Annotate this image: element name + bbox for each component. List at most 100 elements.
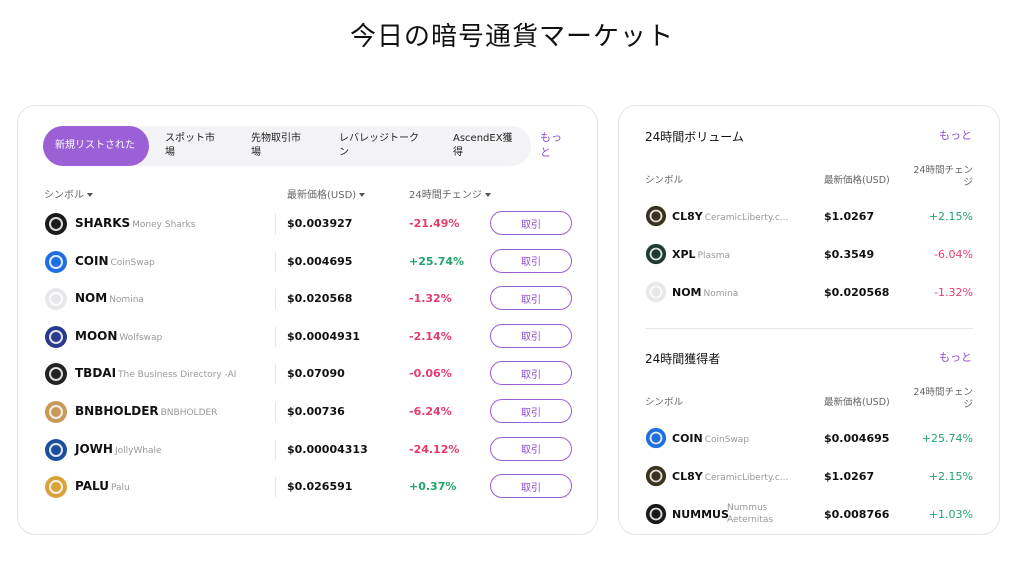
column-divider: [275, 439, 276, 460]
coin-price: $0.020568: [824, 286, 890, 299]
tabs-more-link[interactable]: もっと: [540, 130, 568, 160]
symbol-text: COIN: [75, 253, 109, 268]
coin-price: $0.0004931: [287, 329, 361, 343]
coin-price: $0.00736: [287, 405, 345, 418]
coin-symbol: PALU Palu: [75, 479, 130, 493]
coin-change: -1.32%: [934, 286, 973, 299]
coin-symbol: COIN CoinSwap: [672, 432, 749, 445]
volume-more-link[interactable]: もっと: [939, 127, 972, 143]
coin-change: -24.12%: [409, 442, 460, 456]
coin-price: $1.0267: [824, 210, 875, 223]
column-header-symbol[interactable]: シンボル: [44, 186, 93, 201]
nomina-logo-icon: [645, 281, 667, 303]
symbol-text: COIN: [672, 432, 703, 445]
tab-ascendex-earn[interactable]: AscendEX獲得: [441, 126, 527, 166]
coin-price: $0.026591: [287, 480, 353, 494]
list-item[interactable]: NOM Nomina $0.020568 -1.32%: [619, 276, 1001, 312]
list-item[interactable]: XPL Plasma $0.3549 -6.04%: [619, 238, 1001, 274]
volume-section-title: 24時間ボリューム: [645, 130, 744, 144]
table-row[interactable]: COIN CoinSwap $0.004695 +25.74% 取引: [18, 244, 599, 282]
coin-name: Money Sharks: [132, 220, 196, 230]
table-row[interactable]: SHARKS Money Sharks $0.003927 -21.49% 取引: [18, 206, 599, 244]
column-divider: [275, 402, 276, 422]
list-item[interactable]: COIN CoinSwap $0.004695 +25.74%: [619, 422, 1001, 458]
cl8y-logo-icon: [645, 205, 667, 227]
symbol-text: PALU: [75, 479, 109, 494]
tab-leveraged-tokens[interactable]: レバレッジトークン: [327, 126, 433, 166]
trade-button[interactable]: 取引: [490, 399, 572, 423]
gainers-column-price: 最新価格(USD): [824, 397, 890, 408]
trade-button[interactable]: 取引: [490, 474, 572, 499]
trade-button[interactable]: 取引: [490, 286, 572, 311]
bnbholder-logo-icon: [44, 400, 68, 424]
symbol-text: XPL: [672, 248, 696, 261]
page-title: 今日の暗号通貨マーケット: [349, 22, 674, 52]
symbol-text: CL8Y: [672, 210, 703, 223]
coin-symbol: JOWH JollyWhale: [75, 442, 162, 456]
list-item[interactable]: CL8Y CeramicLiberty.c... $1.0267 +2.15%: [619, 460, 1001, 496]
volume-column-price: 最新価格(USD): [824, 175, 890, 186]
coin-change: -1.32%: [409, 292, 452, 306]
symbol-text: JOWH: [75, 441, 113, 456]
column-label: 24時間チェンジ: [409, 190, 482, 201]
coinswap-logo-icon: [645, 427, 667, 449]
coin-name: CeramicLiberty.c...: [704, 473, 789, 483]
coin-name: CoinSwap: [704, 435, 750, 445]
tab-spot[interactable]: スポット市場: [153, 126, 231, 166]
sort-caret-icon: [87, 193, 93, 197]
nummus-logo-icon: [645, 503, 667, 525]
coin-name: Nummus Aeternitas: [727, 503, 774, 525]
table-row[interactable]: NOM Nomina $0.020568 -1.32% 取引: [18, 281, 599, 319]
sort-caret-icon: [484, 193, 491, 197]
coin-symbol: SHARKS Money Sharks: [75, 216, 195, 230]
coin-price: $0.004695: [287, 254, 353, 268]
coin-price: $0.07090: [287, 367, 345, 381]
symbol-text: TBDAI: [75, 366, 117, 381]
column-header-change[interactable]: 24時間チェンジ: [409, 186, 491, 201]
coin-name: Palu: [110, 483, 130, 494]
table-row[interactable]: JOWH JollyWhale $0.00004313 -24.12% 取引: [18, 432, 599, 470]
coin-symbol: MOON Wolfswap: [75, 329, 162, 343]
coin-symbol: CL8Y CeramicLiberty.c...: [672, 210, 788, 223]
trade-button[interactable]: 取引: [490, 436, 572, 461]
table-row[interactable]: BNBHOLDER BNBHOLDER $0.00736 -6.24% 取引: [18, 394, 599, 432]
tab-new-listings[interactable]: 新規リストされた: [43, 126, 149, 166]
plasma-logo-icon: [645, 243, 667, 265]
coinswap-logo-icon: [44, 250, 68, 274]
shark-logo-icon: [44, 212, 68, 236]
trade-button[interactable]: 取引: [490, 323, 572, 348]
trade-button[interactable]: 取引: [490, 211, 572, 235]
section-divider: [645, 328, 973, 329]
symbol-text: CL8Y: [672, 470, 703, 483]
trade-button[interactable]: 取引: [490, 248, 572, 273]
coin-symbol: XPL Plasma: [672, 248, 730, 261]
tbdai-logo-icon: [44, 362, 68, 386]
coin-price: $0.003927: [287, 217, 353, 230]
coin-price: $1.0267: [824, 470, 875, 483]
tab-label: AscendEX獲得: [453, 133, 513, 158]
nomina-logo-icon: [44, 287, 68, 311]
table-row[interactable]: TBDAI The Business Directory -AI $0.07090 -…: [18, 356, 599, 394]
gainers-more-link[interactable]: もっと: [939, 349, 972, 365]
symbol-text: MOON: [75, 328, 118, 343]
coin-name: Nomina: [109, 295, 144, 306]
column-header-price[interactable]: 最新価格(USD): [287, 186, 366, 201]
list-item[interactable]: NUMMUS Nummus Aeternitas $0.008766 +1.03%: [619, 498, 1001, 534]
coin-change: +2.15%: [928, 470, 973, 483]
gainers-column-symbol: シンボル: [645, 397, 684, 408]
table-row[interactable]: MOON Wolfswap $0.0004931 -2.14% 取引: [18, 319, 599, 357]
trade-button[interactable]: 取引: [490, 361, 572, 386]
coin-change: +25.74%: [921, 432, 973, 445]
column-divider: [275, 477, 276, 498]
coin-price: $0.020568: [287, 292, 353, 306]
market-tabs: 新規リストされた スポット市場 先物取引市場 レバレッジトークン AscendE…: [43, 126, 531, 166]
list-item[interactable]: CL8Y CeramicLiberty.c... $1.0267 +2.15%: [619, 200, 1001, 236]
symbol-text: SHARKS: [75, 216, 131, 230]
coin-change: +1.03%: [928, 508, 973, 521]
coin-symbol: BNBHOLDER BNBHOLDER: [75, 404, 217, 418]
market-stats-card: 24時間ボリューム もっと シンボル 最新価格(USD) 24時間チェンジ CL…: [618, 105, 1000, 535]
tab-futures[interactable]: 先物取引市場: [239, 126, 319, 166]
table-row[interactable]: PALU Palu $0.026591 +0.37% 取引: [18, 469, 599, 507]
coin-change: +25.74%: [409, 254, 465, 268]
cl8y-logo-icon: [645, 465, 667, 487]
